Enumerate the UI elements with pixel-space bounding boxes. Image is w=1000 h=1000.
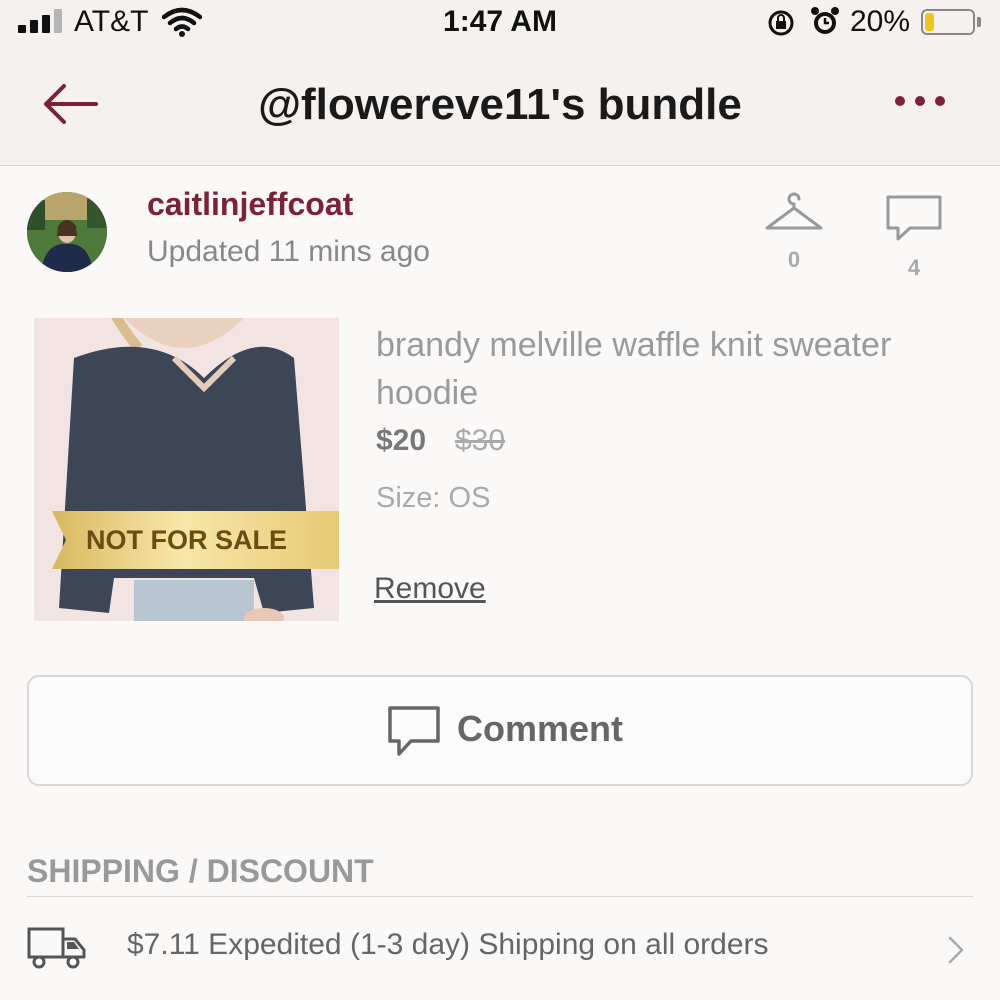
more-options-button[interactable] [895,96,945,106]
not-for-sale-badge: NOT FOR SALE [52,511,339,569]
item-photo[interactable]: NOT FOR SALE [34,318,339,621]
remove-link[interactable]: Remove [374,572,486,606]
page-title: @flowereve11's bundle [258,80,742,129]
likes-button[interactable]: 0 [764,192,824,273]
comment-bubble-icon [388,706,440,756]
hanger-icon [765,192,823,230]
battery-icon [921,9,975,35]
avatar[interactable] [27,192,107,272]
avatar-photo [27,192,107,272]
comment-button[interactable]: Comment [27,675,973,786]
battery-percent: 20% [850,5,911,38]
seller-username[interactable]: caitlinjeffcoat [147,186,353,223]
chevron-right-icon [948,936,964,964]
nav-header: @flowereve11's bundle [0,44,1000,166]
comments-count: 4 [907,255,921,280]
item-price: $20 [376,424,427,457]
comment-bubble-icon [886,195,942,241]
shipping-text: $7.11 Expedited (1-3 day) Shipping on al… [127,928,769,961]
alarm-icon [811,7,839,34]
more-dots-icon [915,96,925,106]
item-original-price: $30 [455,424,506,457]
rotation-lock-icon [768,10,794,36]
comment-button-label: Comment [457,708,624,749]
sweater-photo [34,318,339,621]
not-for-sale-label: NOT FOR SALE [86,525,287,555]
more-dots-icon [935,96,945,106]
item-size: Size: OS [376,482,491,514]
item-title[interactable]: brandy melville waffle knit sweater hood… [376,321,896,417]
updated-time: Updated 11 mins ago [147,235,430,268]
divider [27,896,973,897]
truck-icon [27,927,86,969]
shipping-section-title: SHIPPING / DISCOUNT [27,853,374,889]
battery-nub [977,17,981,27]
more-dots-icon [895,96,905,106]
likes-count: 0 [787,247,801,272]
comments-count-button[interactable]: 4 [884,194,944,281]
status-bar: AT&T 1:47 AM 20% [0,0,1000,44]
shipping-row[interactable]: $7.11 Expedited (1-3 day) Shipping on al… [0,910,1000,990]
